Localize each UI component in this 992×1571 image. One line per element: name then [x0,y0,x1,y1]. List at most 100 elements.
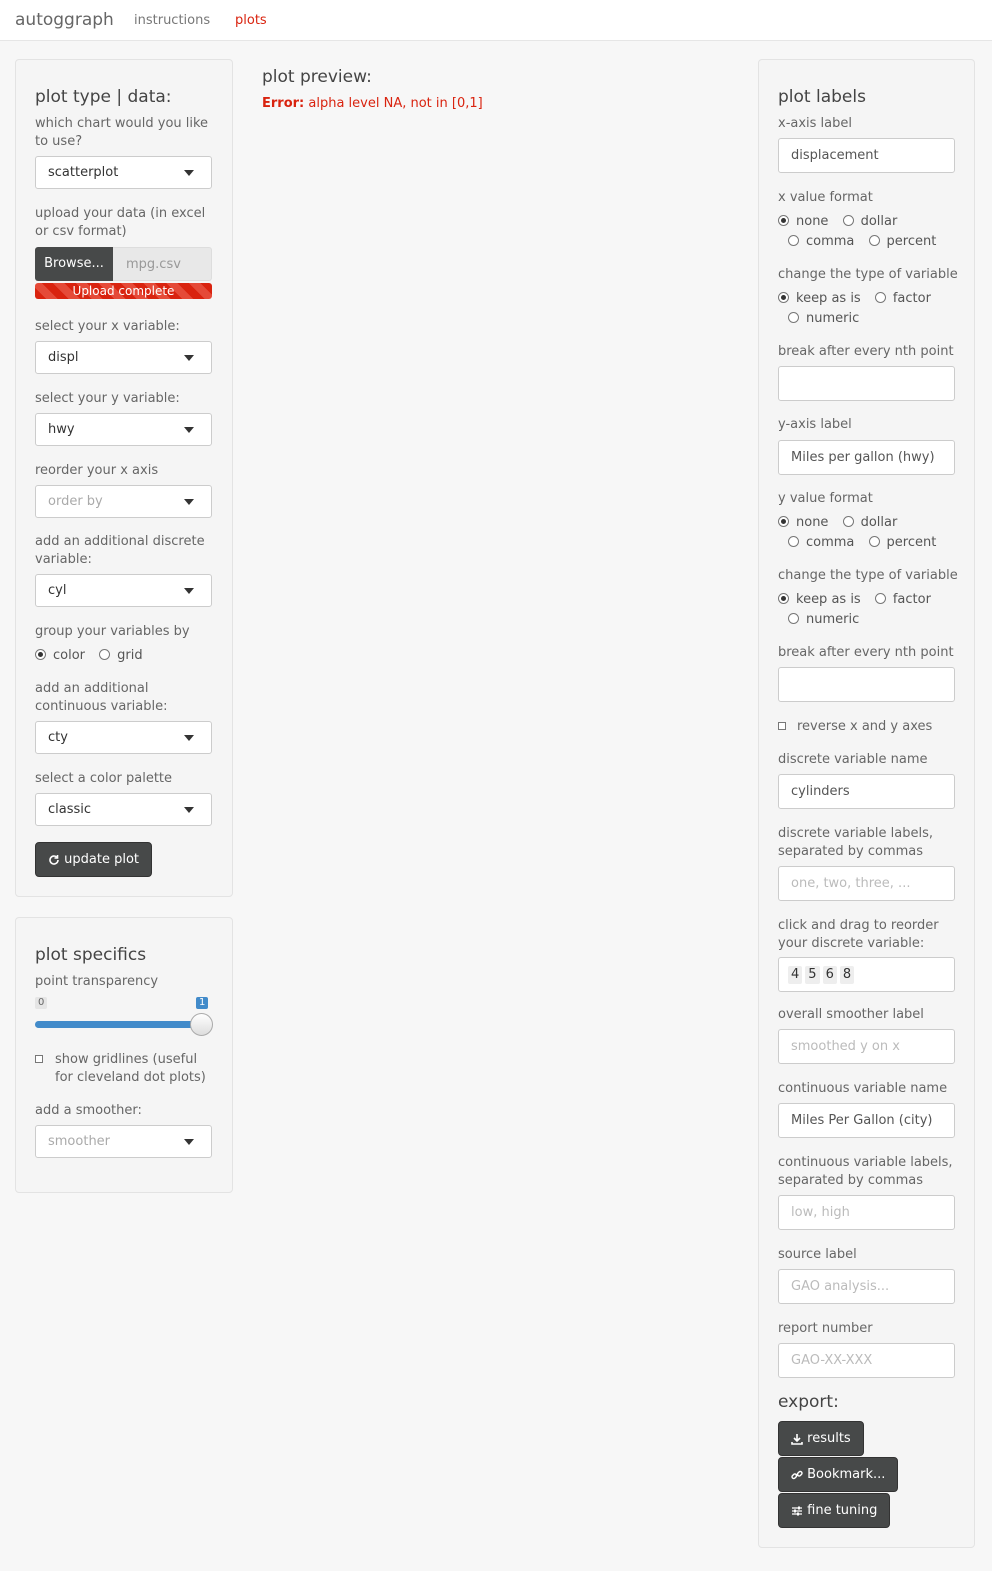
option-text: none [796,515,829,530]
reorder-x-select[interactable]: order by [35,485,212,518]
y-format-none-option[interactable]: none [778,514,828,532]
x-format-percent-option[interactable]: percent [868,233,936,251]
y-type-numeric-option[interactable]: numeric [788,611,859,629]
group-by-radio-group: color grid [35,647,153,665]
results-download-button[interactable]: results [778,1421,864,1456]
x-variable-select[interactable]: displ [35,341,212,374]
continuous-labels-input[interactable]: low, high [778,1195,955,1230]
option-text: dollar [860,214,898,229]
y-variable-value: hwy [48,422,75,437]
radio-unchecked-icon[interactable] [788,312,799,323]
smoother-select[interactable]: smoother [35,1125,212,1158]
y-break-input[interactable] [778,667,955,702]
x-format-radio-row-1: none dollar [778,213,907,231]
reorder-x-placeholder: order by [48,494,103,509]
y-break-label: break after every nth point [778,645,954,660]
x-format-none-option[interactable]: none [778,213,828,231]
file-name-field[interactable]: mpg.csv [113,247,212,281]
gridlines-checkbox[interactable] [35,1055,43,1063]
radio-unchecked-icon[interactable] [788,613,799,624]
group-color-option[interactable]: color [35,647,85,665]
radio-unchecked-icon[interactable] [868,536,880,547]
continuous-name-input[interactable]: Miles Per Gallon (city) [778,1103,955,1138]
x-variable-value: displ [48,350,79,365]
y-type-factor-option[interactable]: factor [874,591,931,609]
x-format-comma-option[interactable]: comma [788,233,854,251]
reorder-discrete-box[interactable]: 4568 [778,957,955,992]
y-axis-label-label: y-axis label [778,417,852,432]
upload-progress-bar: Upload complete [35,283,212,299]
x-format-dollar-option[interactable]: dollar [842,213,898,231]
radio-checked-icon[interactable] [778,516,789,527]
radio-checked-icon[interactable] [778,593,789,604]
reorder-tag[interactable]: 4 [788,966,803,984]
transparency-slider-track[interactable] [35,1021,203,1028]
radio-unchecked-icon[interactable] [868,235,880,246]
radio-checked-icon[interactable] [778,292,789,303]
update-plot-button[interactable]: update plot [35,842,152,877]
discrete-variable-select[interactable]: cyl [35,574,212,607]
plot-specifics-title: plot specifics [35,945,147,965]
y-format-dollar-option[interactable]: dollar [842,514,897,532]
x-type-radio-row-2: numeric [788,310,869,328]
transparency-slider-handle[interactable] [190,1013,213,1036]
x-type-keep-option[interactable]: keep as is [778,290,861,308]
discrete-name-input[interactable]: cylinders [778,774,955,809]
radio-unchecked-icon[interactable] [788,235,799,246]
reorder-tag[interactable]: 8 [839,966,855,984]
source-label-input[interactable]: GAO analysis... [778,1269,955,1304]
x-type-numeric-option[interactable]: numeric [788,310,859,328]
x-break-label: break after every nth point [778,344,954,359]
export-title: export: [778,1392,839,1412]
bookmark-button[interactable]: Bookmark... [778,1457,899,1492]
app-brand[interactable]: autoggraph [15,10,114,30]
radio-checked-icon[interactable] [778,215,789,226]
y-variable-select[interactable]: hwy [35,413,212,446]
reorder-tag[interactable]: 6 [822,966,837,984]
continuous-variable-select[interactable]: cty [35,721,212,754]
y-type-keep-option[interactable]: keep as is [778,591,861,609]
x-type-factor-option[interactable]: factor [874,290,931,308]
smoother-label-input[interactable]: smoothed y on x [778,1029,955,1064]
nav-instructions[interactable]: instructions [134,13,210,28]
source-label-label: source label [778,1247,857,1262]
x-format-radio-row-2: comma percent [788,233,946,251]
smoother-label-label: overall smoother label [778,1007,924,1022]
nav-plots[interactable]: plots [235,13,267,28]
discrete-variable-label: add an additional discrete variable: [35,534,205,567]
y-format-radio-row-2: comma percent [788,534,946,552]
discrete-labels-input[interactable]: one, two, three, ... [778,866,955,901]
fine-tuning-button[interactable]: fine tuning [778,1493,891,1528]
y-axis-label-input[interactable]: Miles per gallon (hwy) [778,440,955,475]
discrete-name-label: discrete variable name [778,752,928,767]
discrete-labels-label: discrete variable labels, separated by c… [778,826,933,859]
radio-unchecked-icon[interactable] [788,536,799,547]
option-text: comma [806,234,855,249]
x-break-input[interactable] [778,366,955,401]
y-format-percent-option[interactable]: percent [868,534,936,552]
chart-type-select[interactable]: scatterplot [35,156,212,189]
upload-label: upload your data (in excel or csv format… [35,206,206,239]
x-axis-label-input[interactable]: displacement [778,138,955,173]
y-format-comma-option[interactable]: comma [788,534,854,552]
report-number-input[interactable]: GAO-XX-XXX [778,1343,955,1378]
radio-unchecked-icon[interactable] [99,649,111,660]
palette-select[interactable]: classic [35,793,212,826]
radio-checked-icon[interactable] [35,649,46,660]
palette-label: select a color palette [35,771,173,786]
reverse-axes-checkbox[interactable] [778,722,786,730]
slider-min-label: 0 [35,997,48,1009]
chevron-down-icon [184,355,194,361]
radio-unchecked-icon[interactable] [874,593,886,604]
report-number-label: report number [778,1321,873,1336]
continuous-variable-label: add an additional continuous variable: [35,681,168,714]
slider-value-label: 1 [196,997,209,1009]
reorder-tag[interactable]: 5 [805,966,820,984]
radio-unchecked-icon[interactable] [874,292,886,303]
option-text: factor [892,291,931,306]
plot-type-data-title: plot type | data: [35,87,172,107]
browse-button[interactable]: Browse... [35,247,113,281]
group-grid-option[interactable]: grid [99,647,143,665]
radio-unchecked-icon[interactable] [842,215,854,226]
radio-unchecked-icon[interactable] [842,516,854,527]
